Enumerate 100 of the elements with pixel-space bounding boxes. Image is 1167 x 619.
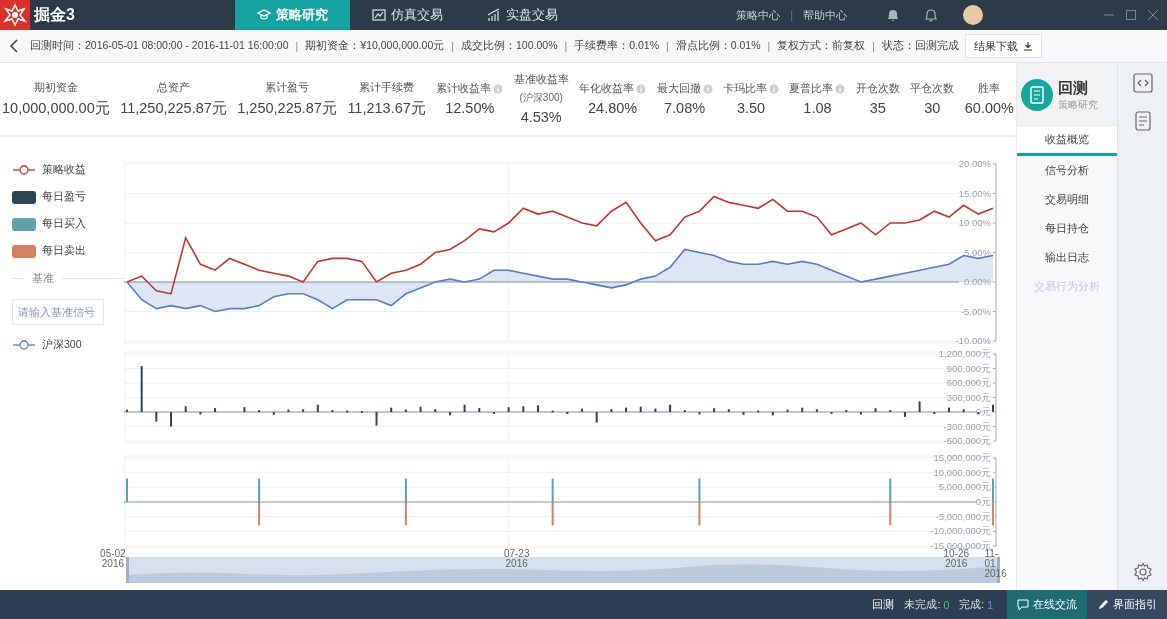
nav-tab[interactable]: 仿真交易 xyxy=(350,0,465,30)
chat-button[interactable]: 在线交流 xyxy=(1007,590,1087,619)
app-name: 掘金3 xyxy=(34,4,75,25)
side-tab[interactable]: 输出日志 xyxy=(1017,243,1117,272)
guide-button[interactable]: 界面指引 xyxy=(1087,590,1167,619)
separator: | xyxy=(872,40,875,52)
metric-value: 24.80% xyxy=(588,100,638,116)
back-icon[interactable] xyxy=(8,39,20,53)
pending-count: 0 xyxy=(943,598,950,611)
graduation-cap-icon xyxy=(257,8,271,22)
year-label: 2016 xyxy=(984,569,1007,579)
date-label: 10-26 xyxy=(943,549,970,559)
separator: | xyxy=(295,40,299,52)
y-axis-label: 15.00% xyxy=(958,187,991,199)
metric-value: 11,250,225.87元 xyxy=(120,98,227,118)
y-axis-label: 0元 xyxy=(975,496,991,507)
y-axis-label: 1,200,000元 xyxy=(938,348,991,359)
metric-value: 4.53% xyxy=(520,109,562,125)
metric-value: 30 xyxy=(924,100,941,116)
info-item: 期初资金：¥10,000,000.00元 xyxy=(305,39,445,53)
metric-label: 夏普比率 xyxy=(789,82,834,96)
metric-value: 35 xyxy=(869,100,886,116)
y-axis-label: 0元 xyxy=(975,406,991,417)
year-label: 2016 xyxy=(505,559,528,569)
metric-value: 60.00% xyxy=(964,100,1014,116)
mode-label: 回测 xyxy=(872,597,895,612)
signal-bars-icon xyxy=(487,8,501,22)
metric-label: 平仓次数 xyxy=(910,82,955,96)
y-axis-label: 5,000,000元 xyxy=(938,481,991,493)
chart-window-icon xyxy=(372,8,386,22)
y-axis-label: 15,000,000元 xyxy=(933,452,991,463)
legend-label[interactable]: 策略收益 xyxy=(42,163,86,177)
panel-title: 回测 xyxy=(1058,78,1089,98)
avatar[interactable] xyxy=(963,5,983,25)
done-count: 1 xyxy=(987,598,993,611)
legend-label[interactable]: 每日买入 xyxy=(42,217,86,231)
separator: | xyxy=(767,40,771,52)
nav-tab[interactable]: 实盘交易 xyxy=(465,0,580,30)
close-icon[interactable] xyxy=(1147,9,1159,21)
metric-label: 累计盈亏 xyxy=(265,80,310,95)
metric-label: 胜率 xyxy=(978,82,1001,96)
benchmark-input[interactable]: 请输入基准信号 xyxy=(12,299,104,325)
header-link[interactable]: 策略中心 xyxy=(736,7,781,23)
metric-value: 10,000,000.00元 xyxy=(2,98,110,118)
bell-icon[interactable] xyxy=(885,7,901,23)
separator: | xyxy=(790,9,793,21)
maximize-icon[interactable] xyxy=(1125,9,1137,21)
metric-label: 开仓次数 xyxy=(855,82,900,96)
document-icon xyxy=(1021,79,1053,111)
bell-outline-icon[interactable] xyxy=(923,7,939,23)
metric-value: 1,250,225.87元 xyxy=(237,98,337,118)
y-axis-label: 900,000元 xyxy=(946,362,991,374)
chat-icon xyxy=(1017,598,1029,611)
date-label: 05-02 xyxy=(100,549,126,559)
metric-label: 期初资金 xyxy=(33,80,78,95)
legend-label[interactable]: 每日盈亏 xyxy=(42,190,86,204)
side-tab[interactable]: 收益概览 xyxy=(1017,127,1117,156)
y-axis-label: 10.00% xyxy=(958,217,991,228)
pending-label: 未完成: xyxy=(904,597,941,612)
metric-label: 累计收益率 xyxy=(436,82,492,96)
code-icon[interactable] xyxy=(1130,71,1155,95)
y-axis-label: 5.00% xyxy=(964,246,991,258)
side-tab[interactable]: 每日持仓 xyxy=(1017,214,1117,243)
separator: | xyxy=(564,40,568,52)
separator: | xyxy=(666,40,669,52)
header-link[interactable]: 帮助中心 xyxy=(803,7,847,23)
info-item: 复权方式：前复权 xyxy=(777,39,866,53)
metric-value: 7.08% xyxy=(664,100,706,116)
section-label: 基准 xyxy=(32,271,54,286)
metric-label: 卡玛比率 xyxy=(723,82,767,96)
y-axis-label: -10.00% xyxy=(955,335,991,346)
info-item: 状态：回测完成 xyxy=(882,39,959,53)
y-axis-label: 300,000元 xyxy=(946,391,991,403)
metric-value: 12.50% xyxy=(445,100,495,116)
y-axis-label: -10,000,000元 xyxy=(930,525,991,537)
y-axis-label: -300,000元 xyxy=(943,420,991,432)
info-item: 回测时间：2016-05-01 08:00:00 - 2016-11-01 16:00:00 xyxy=(30,39,289,53)
legend-label[interactable]: 沪深300 xyxy=(42,338,82,352)
y-axis-label: -15,000,000元 xyxy=(930,540,991,551)
year-label: 2016 xyxy=(101,559,124,569)
date-label: 07-23 xyxy=(503,549,530,559)
metric-label: 总资产 xyxy=(157,80,190,95)
info-item: 滑点比例：0.01% xyxy=(675,39,761,53)
metric-label: 基准收益率 xyxy=(513,73,569,87)
y-axis-label: 20.00% xyxy=(958,158,991,169)
side-tab[interactable]: 交易明细 xyxy=(1017,185,1117,214)
side-tab[interactable]: 信号分析 xyxy=(1017,156,1117,185)
legend-label[interactable]: 每日卖出 xyxy=(42,244,86,258)
y-axis-label: 600,000元 xyxy=(946,377,991,388)
panel-subtitle: 策略研究 xyxy=(1058,97,1098,112)
metric-label: 最大回撤 xyxy=(656,82,701,96)
download-button[interactable]: 结果下载 xyxy=(965,34,1042,58)
settings-icon[interactable] xyxy=(1132,562,1153,582)
y-axis-label: 0.00% xyxy=(964,276,991,287)
info-item: 成交比例：100.00% xyxy=(461,39,558,53)
year-label: 2016 xyxy=(945,559,968,569)
y-axis-label: 10,000,000元 xyxy=(933,466,991,478)
date-label: 11-01 xyxy=(984,549,1000,569)
separator: | xyxy=(451,40,455,52)
metric-value: 3.50 xyxy=(736,100,766,116)
